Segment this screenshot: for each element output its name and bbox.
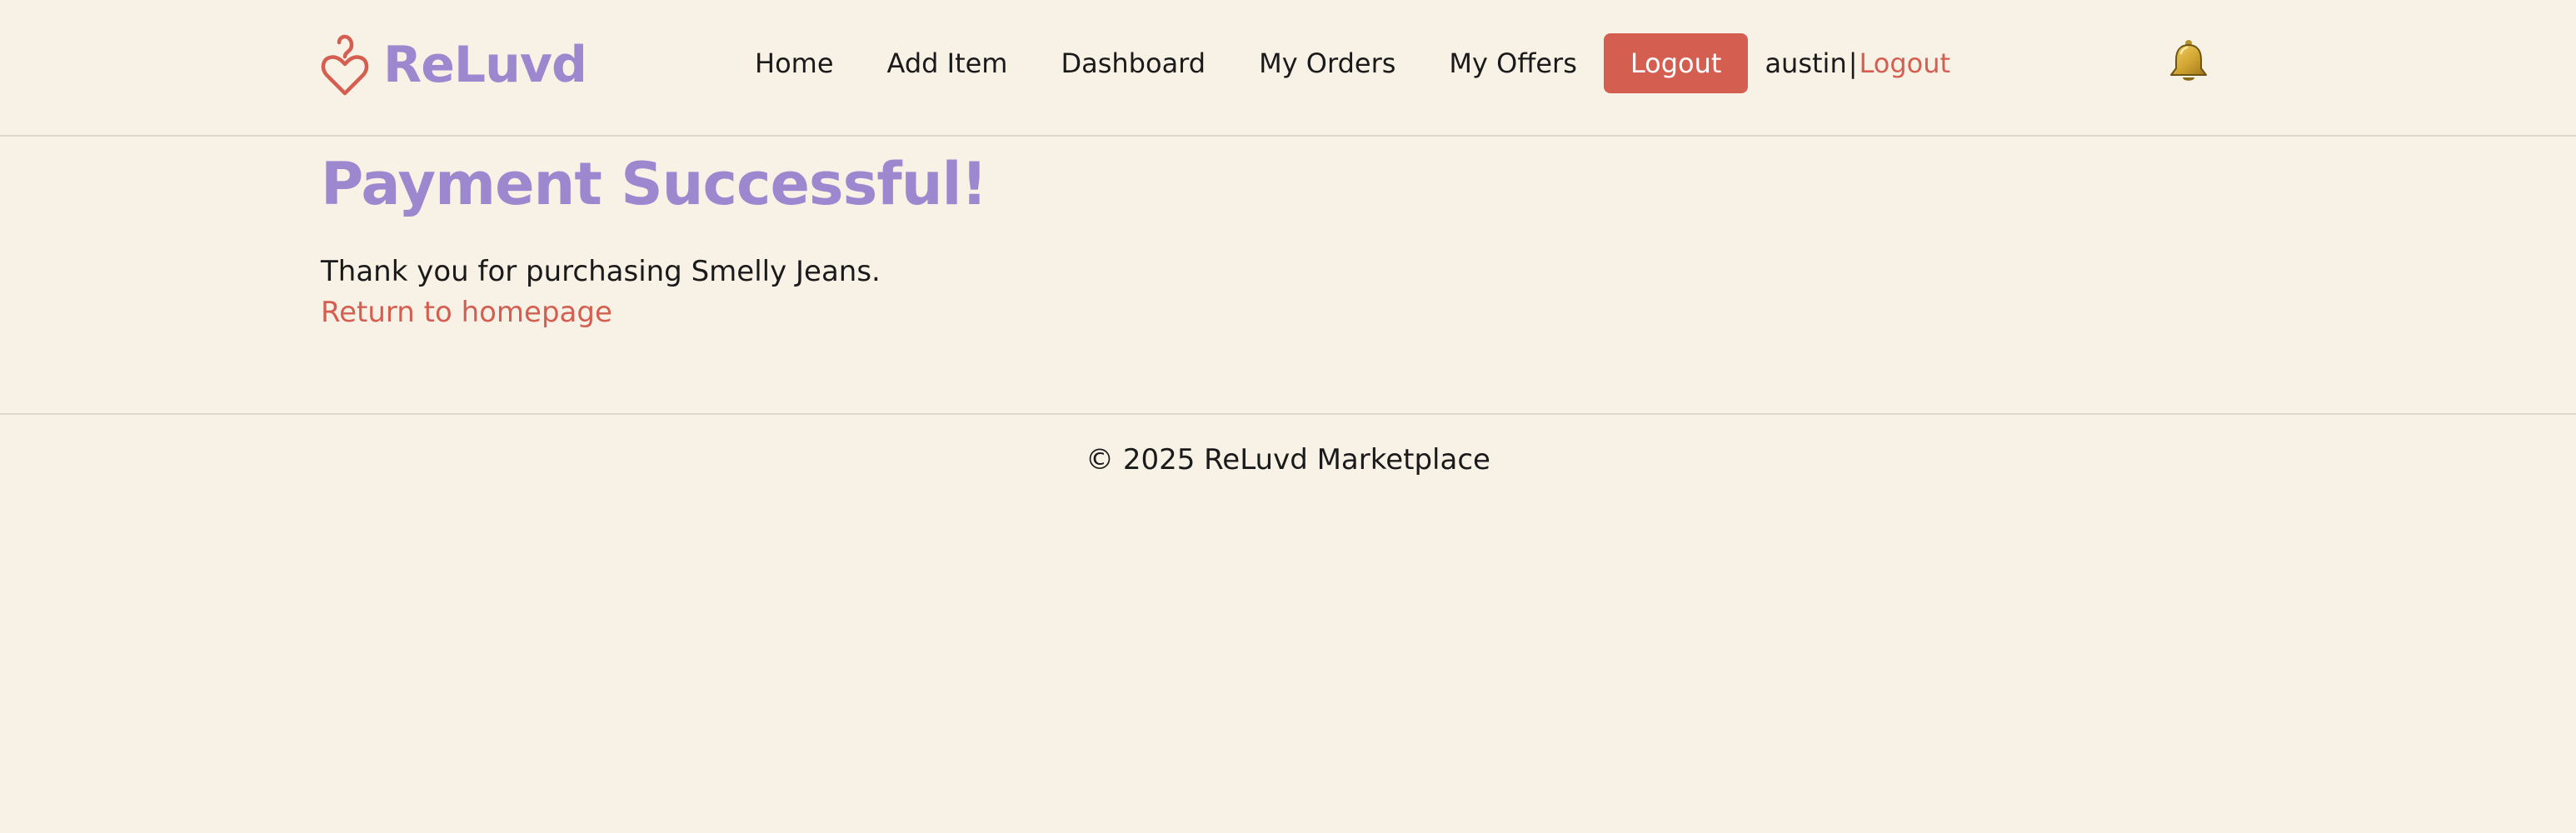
site-footer: © 2025 ReLuvd Marketplace [0,413,2576,478]
page-title: Payment Successful! [321,150,987,218]
footer-copyright: © 2025 ReLuvd Marketplace [1086,443,1490,476]
heart-hanger-icon [321,34,369,96]
nav-my-offers[interactable]: My Offers [1422,33,1603,93]
site-header: ReLuvd Home Add Item Dashboard My Orders… [0,0,2576,137]
return-to-homepage-link[interactable]: Return to homepage [321,292,612,333]
logout-button[interactable]: Logout [1603,33,1749,93]
user-area: austin | Logout [1765,33,1950,93]
purchase-message: Thank you for purchasing Smelly Jeans. [321,255,881,288]
nav-dashboard[interactable]: Dashboard [1034,33,1232,93]
user-separator: | [1848,47,1858,79]
main-content: Payment Successful! Thank you for purcha… [321,147,2154,333]
nav-home[interactable]: Home [728,33,861,93]
username: austin [1765,47,1847,79]
logout-link[interactable]: Logout [1860,33,1951,93]
main-nav: Home Add Item Dashboard My Orders My Off… [728,33,1950,93]
brand-logo-link[interactable]: ReLuvd [320,33,587,97]
bell-icon[interactable] [2168,38,2209,85]
brand-name: ReLuvd [383,36,587,94]
nav-my-orders[interactable]: My Orders [1232,33,1422,93]
nav-add-item[interactable]: Add Item [861,33,1035,93]
